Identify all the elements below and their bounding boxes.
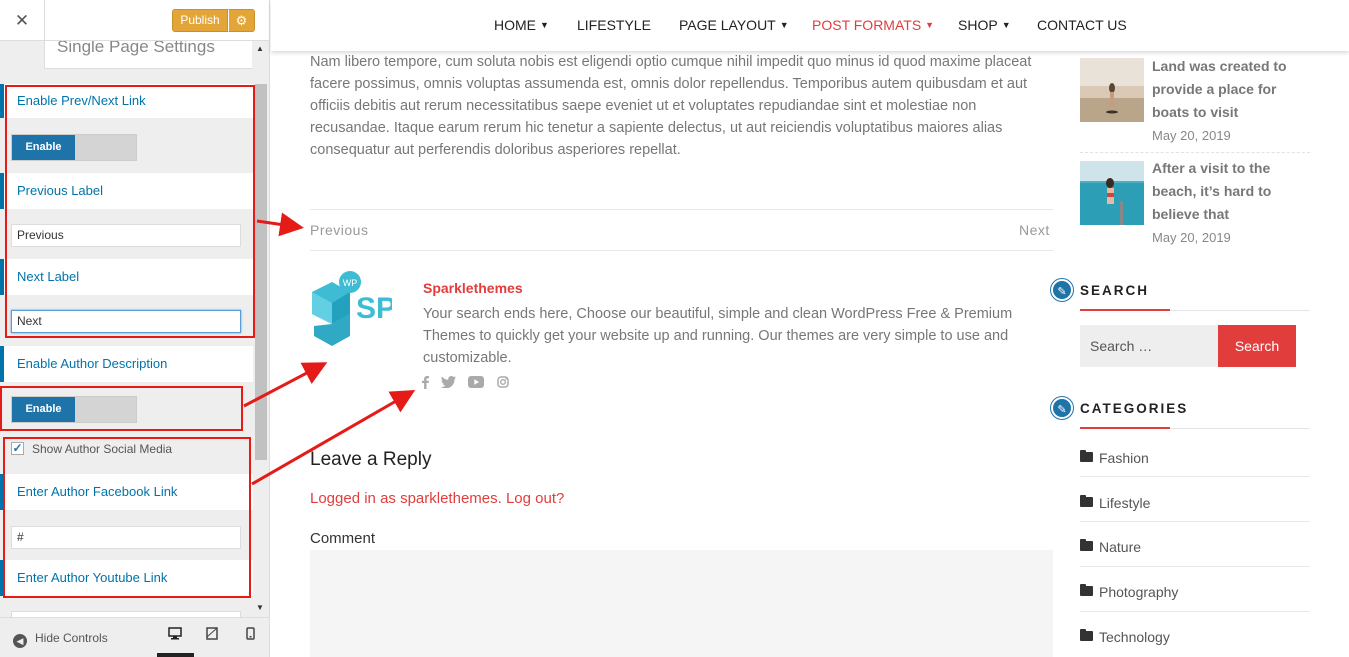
pencil-icon: ✎	[1051, 397, 1073, 419]
author-name[interactable]: Sparklethemes	[423, 280, 523, 296]
category-item[interactable]: Fashion	[1080, 450, 1310, 466]
divider	[1080, 611, 1310, 612]
post-paragraph: Nam libero tempore, cum soluta nobis est…	[310, 54, 1032, 158]
nav-item-post-formats[interactable]: POST FORMATS ▼	[812, 17, 934, 33]
hide-controls-button[interactable]: ◀ Hide Controls	[13, 631, 108, 648]
title-underline	[1080, 309, 1170, 311]
facebook-icon[interactable]	[422, 376, 429, 392]
title-underline	[1080, 427, 1170, 429]
scroll-down-icon[interactable]: ▼	[256, 603, 264, 612]
hide-controls-label: Hide Controls	[35, 631, 108, 645]
folder-icon	[1080, 539, 1093, 551]
desktop-icon[interactable]	[164, 627, 186, 645]
nav-item-label: HOME	[494, 17, 536, 33]
search-widget-title: SEARCH	[1080, 283, 1150, 298]
logo-badge: WP	[343, 278, 358, 288]
instagram-icon[interactable]	[497, 376, 509, 391]
previous-post-link[interactable]: Previous	[310, 222, 368, 238]
author-logo: WP SP	[310, 270, 396, 350]
nav-item-home[interactable]: HOME ▼	[494, 17, 549, 33]
sidebar-post-date: May 20, 2019	[1152, 128, 1231, 143]
pencil-icon: ✎	[1051, 279, 1073, 301]
close-icon[interactable]: ✕	[0, 0, 45, 41]
nav-item-contact-us[interactable]: CONTACT US	[1037, 17, 1127, 33]
main-navigation: HOME ▼ LIFESTYLE PAGE LAYOUT ▼ POST FORMAT…	[271, 0, 1349, 51]
gear-icon[interactable]: ⚙	[228, 9, 255, 32]
nav-item-page-layout[interactable]: PAGE LAYOUT ▼	[679, 17, 789, 33]
category-label: Nature	[1099, 539, 1142, 555]
post-thumbnail[interactable]	[1080, 58, 1144, 122]
mobile-icon[interactable]	[239, 627, 261, 645]
category-label: Lifestyle	[1099, 495, 1151, 511]
divider	[310, 250, 1053, 251]
category-item[interactable]: Lifestyle	[1080, 495, 1310, 511]
nav-item-label: POST FORMATS	[812, 17, 922, 33]
nav-item-shop[interactable]: SHOP ▼	[958, 17, 1011, 33]
folder-icon	[1080, 629, 1093, 641]
category-label: Photography	[1099, 584, 1179, 600]
twitter-icon[interactable]	[441, 376, 456, 391]
divider	[1080, 476, 1310, 477]
scrollbar[interactable]	[255, 84, 267, 460]
search-button[interactable]: Search	[1218, 325, 1296, 367]
comment-label: Comment	[310, 530, 376, 547]
logo-text: SP	[356, 292, 392, 325]
scroll-up-icon[interactable]: ▲	[256, 44, 264, 53]
divider	[1080, 566, 1310, 567]
customizer-panel: ✕ Publish ⚙ Single Page Settings ▲ Enabl…	[0, 0, 270, 657]
category-item[interactable]: Photography	[1080, 584, 1310, 600]
nav-item-label: PAGE LAYOUT	[679, 17, 776, 33]
customizer-header: ✕ Publish ⚙	[0, 0, 269, 41]
folder-icon	[1080, 584, 1093, 596]
sidebar-post-date: May 20, 2019	[1152, 230, 1231, 245]
post-thumbnail[interactable]	[1080, 161, 1144, 225]
category-label: Technology	[1099, 629, 1170, 645]
sidebar-post-title[interactable]: After a visit to the beach, it’s hard to…	[1152, 157, 1312, 226]
folder-icon	[1080, 450, 1093, 462]
chevron-down-icon: ▼	[1001, 20, 1011, 30]
customizer-footer: ◀ Hide Controls	[0, 617, 269, 657]
divider	[310, 209, 1053, 210]
publish-button[interactable]: Publish	[172, 9, 228, 32]
nav-item-lifestyle[interactable]: LIFESTYLE	[577, 17, 651, 33]
divider	[1080, 152, 1310, 153]
search-input[interactable]: Search …	[1080, 325, 1218, 367]
sidebar-post-title[interactable]: Land was created to provide a place for …	[1152, 55, 1312, 124]
chevron-down-icon: ▼	[540, 20, 549, 30]
chevron-down-icon: ▼	[925, 20, 935, 30]
annotation-box	[3, 437, 251, 598]
active-device-indicator	[157, 653, 194, 657]
next-post-link[interactable]: Next	[1019, 222, 1050, 238]
annotation-box	[5, 85, 255, 338]
tablet-icon[interactable]	[201, 627, 223, 645]
category-item[interactable]: Technology	[1080, 629, 1310, 645]
categories-widget-title: CATEGORIES	[1080, 401, 1189, 416]
nav-item-label: SHOP	[958, 17, 998, 33]
category-label: Fashion	[1099, 450, 1149, 466]
section-title: Single Page Settings	[44, 41, 252, 69]
annotation-box	[0, 386, 243, 431]
chevron-down-icon: ▼	[779, 20, 789, 30]
youtube-icon[interactable]	[468, 376, 484, 391]
author-description: Your search ends here, Choose our beauti…	[423, 306, 1013, 366]
divider	[1080, 521, 1310, 522]
comment-textarea[interactable]	[310, 550, 1053, 657]
category-item[interactable]: Nature	[1080, 539, 1310, 555]
logged-in-link[interactable]: Logged in as sparklethemes. Log out?	[310, 490, 564, 507]
collapse-icon: ◀	[13, 634, 27, 648]
folder-icon	[1080, 495, 1093, 507]
leave-reply-title: Leave a Reply	[310, 449, 432, 470]
enable-author-desc-label: Enable Author Description	[0, 346, 253, 382]
